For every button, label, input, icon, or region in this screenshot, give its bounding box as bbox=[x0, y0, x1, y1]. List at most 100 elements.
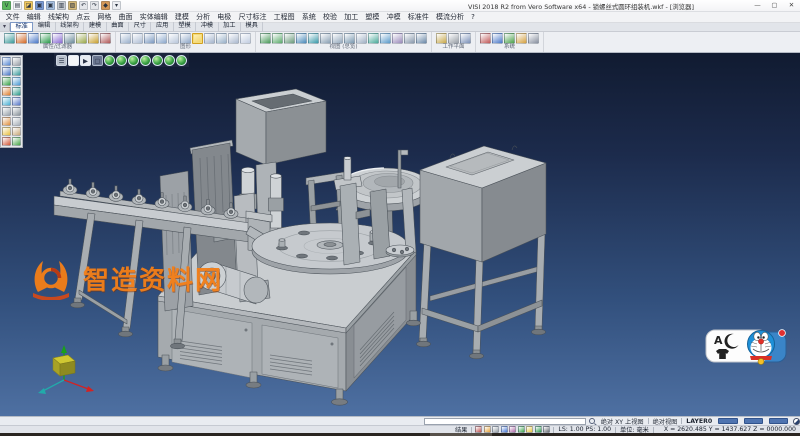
nav-sphere-icon[interactable] bbox=[793, 418, 800, 425]
shaded-view-icon[interactable] bbox=[144, 33, 155, 44]
rotate-view-icon[interactable] bbox=[308, 33, 319, 44]
file-manager-icon[interactable] bbox=[2, 57, 11, 66]
mask-tool-icon[interactable] bbox=[12, 67, 21, 76]
zoom-window-icon[interactable] bbox=[272, 33, 283, 44]
selection-filter-icon[interactable] bbox=[4, 33, 15, 44]
play-animation-icon[interactable]: ▶ bbox=[80, 55, 91, 66]
menu-item-网格[interactable]: 网格 bbox=[94, 12, 115, 23]
view-sphere-5-icon[interactable] bbox=[152, 55, 163, 66]
tab[interactable]: 建模 bbox=[84, 22, 106, 32]
open-file-icon[interactable]: ◪ bbox=[24, 1, 33, 10]
redo-icon[interactable]: ↷ bbox=[90, 1, 99, 10]
toggle-preview-icon[interactable] bbox=[509, 426, 516, 433]
table-view-icon[interactable] bbox=[516, 33, 527, 44]
clip-plane-icon[interactable] bbox=[392, 33, 403, 44]
top-view-icon[interactable] bbox=[320, 33, 331, 44]
section-view-icon[interactable] bbox=[216, 33, 227, 44]
layer-filter-icon[interactable] bbox=[28, 33, 39, 44]
toggle-ortho-icon[interactable] bbox=[475, 426, 482, 433]
pick-solid-icon[interactable] bbox=[64, 33, 75, 44]
zoom-fit-icon[interactable] bbox=[260, 33, 271, 44]
menu-item-编辑[interactable]: 编辑 bbox=[23, 12, 44, 23]
surface-tool-icon[interactable] bbox=[2, 97, 11, 106]
view-list-icon[interactable] bbox=[356, 33, 367, 44]
workplane-edit-icon[interactable] bbox=[460, 33, 471, 44]
plot-icon[interactable]: ▨ bbox=[68, 1, 77, 10]
system-settings-icon[interactable] bbox=[480, 33, 491, 44]
toggle-construction-icon[interactable] bbox=[501, 426, 508, 433]
tab[interactable]: 应用 bbox=[151, 22, 173, 32]
maximize-button[interactable]: ▢ bbox=[766, 0, 783, 11]
menu-item-冲模[interactable]: 冲模 bbox=[383, 12, 404, 23]
menu-item-?[interactable]: ? bbox=[468, 12, 479, 23]
view-sphere-3-icon[interactable] bbox=[128, 55, 139, 66]
database-icon[interactable] bbox=[492, 33, 503, 44]
minimize-button[interactable]: — bbox=[749, 0, 766, 11]
menu-item-实体编辑[interactable]: 实体编辑 bbox=[136, 12, 171, 23]
options-icon[interactable] bbox=[528, 33, 539, 44]
toggle-crosshair-icon[interactable] bbox=[543, 426, 550, 433]
cad-model-scene[interactable] bbox=[0, 53, 800, 416]
pencil-tool-icon[interactable] bbox=[12, 117, 21, 126]
pan-icon[interactable] bbox=[296, 33, 307, 44]
iso-view-icon[interactable] bbox=[344, 33, 355, 44]
menu-item-校验[interactable]: 校验 bbox=[319, 12, 340, 23]
close-tool-icon[interactable] bbox=[12, 57, 21, 66]
workplane-align-icon[interactable] bbox=[448, 33, 459, 44]
menu-item-工程图[interactable]: 工程图 bbox=[270, 12, 298, 23]
close-button[interactable]: ✕ bbox=[783, 0, 800, 11]
tab[interactable]: 线架构 bbox=[56, 22, 85, 32]
toggle-highlight-icon[interactable] bbox=[526, 426, 533, 433]
draft-view-icon[interactable] bbox=[204, 33, 215, 44]
view-sphere-4-icon[interactable] bbox=[140, 55, 151, 66]
view-sphere-1-icon[interactable] bbox=[104, 55, 115, 66]
refresh-view-icon[interactable] bbox=[368, 33, 379, 44]
background-view-icon[interactable] bbox=[228, 33, 239, 44]
menu-item-分析[interactable]: 分析 bbox=[193, 12, 214, 23]
view-menu-icon[interactable]: ☰ bbox=[56, 55, 67, 66]
render-view-icon[interactable] bbox=[192, 33, 203, 44]
color-filter-icon[interactable] bbox=[16, 33, 27, 44]
menu-item-电极[interactable]: 电极 bbox=[214, 12, 235, 23]
fan-tool-icon[interactable] bbox=[2, 137, 11, 146]
menu-item-塑模[interactable]: 塑模 bbox=[362, 12, 383, 23]
view-sphere-7-icon[interactable] bbox=[176, 55, 187, 66]
camera-view-icon[interactable] bbox=[416, 33, 427, 44]
tab[interactable]: 塑模 bbox=[174, 22, 196, 32]
menu-item-点云[interactable]: 点云 bbox=[73, 12, 94, 23]
input-method-widget[interactable]: A bbox=[704, 324, 788, 372]
tab-dropdown-icon[interactable]: ▾ bbox=[0, 23, 10, 31]
menu-item-标准件[interactable]: 标准件 bbox=[404, 12, 432, 23]
front-view-icon[interactable] bbox=[332, 33, 343, 44]
tab[interactable]: 冲模 bbox=[196, 22, 218, 32]
attribute-brush-icon[interactable] bbox=[52, 33, 63, 44]
toggle-snap-icon[interactable] bbox=[492, 426, 499, 433]
tab[interactable]: 编辑 bbox=[33, 22, 55, 32]
zoom-previous-icon[interactable] bbox=[284, 33, 295, 44]
layers-icon[interactable] bbox=[2, 77, 11, 86]
workplane-create-icon[interactable] bbox=[436, 33, 447, 44]
menu-item-曲面[interactable]: 曲面 bbox=[115, 12, 136, 23]
perspective-view-icon[interactable] bbox=[180, 33, 191, 44]
shaded-edges-view-icon[interactable] bbox=[156, 33, 167, 44]
active-layer-label[interactable]: LAYER0 bbox=[683, 418, 715, 425]
box-tool-icon[interactable] bbox=[12, 127, 21, 136]
view-sphere-6-icon[interactable] bbox=[164, 55, 175, 66]
transparent-view-icon[interactable] bbox=[168, 33, 179, 44]
globe-icon[interactable] bbox=[12, 77, 21, 86]
menu-item-文件[interactable]: 文件 bbox=[2, 12, 23, 23]
entity-filter-icon[interactable] bbox=[40, 33, 51, 44]
flag-tool-icon[interactable] bbox=[2, 127, 11, 136]
viewport-3d[interactable]: ☰▶▢ 智造资料网 A bbox=[0, 53, 800, 416]
tab[interactable]: 尺寸 bbox=[129, 22, 151, 32]
multi-window-icon[interactable] bbox=[404, 33, 415, 44]
trim-tool-icon[interactable] bbox=[12, 87, 21, 96]
save-icon[interactable]: ▣ bbox=[35, 1, 44, 10]
tab[interactable]: 模具 bbox=[241, 22, 263, 32]
view-sphere-2-icon[interactable] bbox=[116, 55, 127, 66]
section-tool-icon[interactable] bbox=[12, 107, 21, 116]
pick-edge-icon[interactable] bbox=[88, 33, 99, 44]
cad-model-machine[interactable] bbox=[38, 89, 546, 405]
pick-face-icon[interactable] bbox=[76, 33, 87, 44]
stamp-icon[interactable]: ◆ bbox=[101, 1, 110, 10]
